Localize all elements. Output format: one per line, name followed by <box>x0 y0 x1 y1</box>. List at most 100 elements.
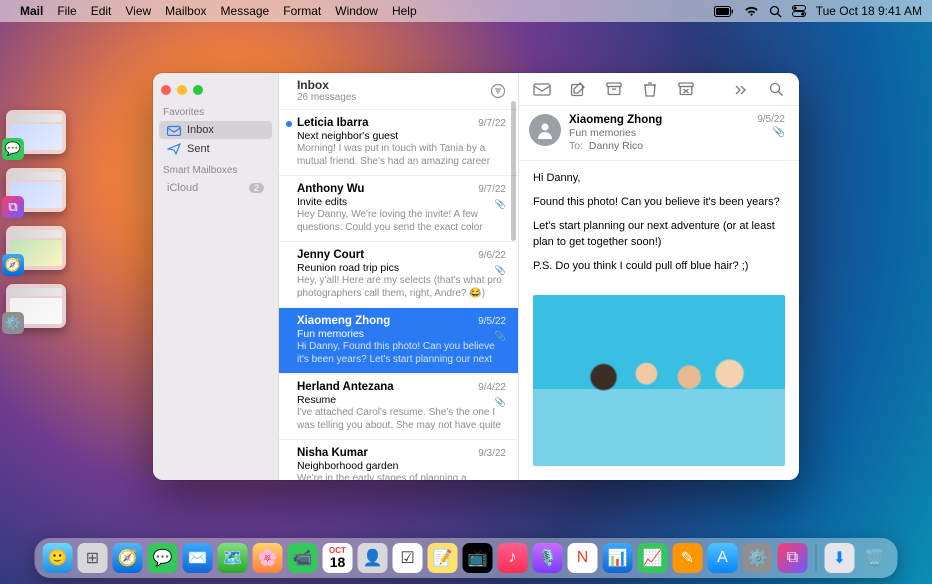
dock-safari[interactable]: 🧭 <box>113 543 143 573</box>
icloud-badge: 2 <box>249 183 264 193</box>
compose-button[interactable] <box>569 80 587 98</box>
menu-format[interactable]: Format <box>283 4 321 18</box>
battery-icon[interactable] <box>714 6 734 17</box>
stage-thumb-safari[interactable]: 🧭 <box>6 226 66 270</box>
dock-reminders[interactable]: ☑︎ <box>393 543 423 573</box>
stage-thumb-shortcuts[interactable]: ⧉ <box>6 168 66 212</box>
more-button[interactable] <box>731 80 749 98</box>
inbox-icon <box>167 124 181 136</box>
archive-button[interactable] <box>605 80 623 98</box>
dock-tv[interactable]: 📺 <box>463 543 493 573</box>
body-paragraph: Found this photo! Can you believe it's b… <box>533 195 785 211</box>
dock-downloads[interactable]: ⬇︎ <box>825 543 855 573</box>
control-center-icon[interactable] <box>792 5 806 17</box>
message-row[interactable]: Leticia Ibarra9/7/22Next neighbor's gues… <box>279 109 518 175</box>
message-preview: Hey, y'all! Here are my selects (that's … <box>297 275 506 300</box>
attachment-icon: 📎 <box>495 265 506 276</box>
attachment-icon: 📎 <box>757 127 785 138</box>
sidebar-item-icloud[interactable]: iCloud 2 <box>159 179 272 197</box>
dock-shortcuts[interactable]: ⧉ <box>778 543 808 573</box>
message-date: 9/5/22 <box>478 316 506 327</box>
message-subject: Reunion road trip pics <box>297 262 506 274</box>
stage-manager-strip: 💬 ⧉ 🧭 ⚙️ <box>6 110 70 328</box>
dock-news[interactable]: N <box>568 543 598 573</box>
shortcuts-icon: ⧉ <box>2 196 24 218</box>
menu-file[interactable]: File <box>57 4 76 18</box>
dock-notes[interactable]: 📝 <box>428 543 458 573</box>
message-row[interactable]: Jenny Court9/6/22Reunion road trip picsH… <box>279 241 518 307</box>
dock-contacts[interactable]: 👤 <box>358 543 388 573</box>
window-controls <box>153 79 278 101</box>
message-from: Herland Antezana <box>297 381 478 393</box>
message-from: Anthony Wu <box>297 183 478 195</box>
app-menu[interactable]: Mail <box>20 4 43 18</box>
dock-trash[interactable]: 🗑️ <box>860 543 890 573</box>
message-row[interactable]: Nisha Kumar9/3/22Neighborhood gardenWe'r… <box>279 439 518 480</box>
wifi-icon[interactable] <box>744 6 759 17</box>
message-row[interactable]: Xiaomeng Zhong9/5/22Fun memoriesHi Danny… <box>279 307 518 373</box>
mailbox-sidebar: Favorites Inbox Sent Smart Mailboxes iCl… <box>153 73 279 480</box>
avatar <box>529 114 561 146</box>
safari-icon: 🧭 <box>2 254 24 276</box>
menu-clock[interactable]: Tue Oct 18 9:41 AM <box>816 4 922 18</box>
dock-maps[interactable]: 🗺️ <box>218 543 248 573</box>
dock-pages[interactable]: ✎ <box>673 543 703 573</box>
dock-messages[interactable]: 💬 <box>148 543 178 573</box>
delete-button[interactable] <box>641 80 659 98</box>
dock-finder[interactable]: 🙂 <box>43 543 73 573</box>
mail-window: Favorites Inbox Sent Smart Mailboxes iCl… <box>153 73 799 480</box>
dock-keynote[interactable]: 📊 <box>603 543 633 573</box>
scrollbar[interactable] <box>511 101 516 241</box>
menu-mailbox[interactable]: Mailbox <box>165 4 206 18</box>
menu-edit[interactable]: Edit <box>91 4 112 18</box>
close-button[interactable] <box>161 85 171 95</box>
settings-icon: ⚙️ <box>2 312 24 334</box>
message-header: Xiaomeng Zhong Fun memories To: Danny Ri… <box>519 106 799 161</box>
message-list[interactable]: Leticia Ibarra9/7/22Next neighbor's gues… <box>279 109 518 480</box>
dock-calendar[interactable]: OCT18 <box>323 543 353 573</box>
dock-podcasts[interactable]: 🎙️ <box>533 543 563 573</box>
dock-appstore[interactable]: A <box>708 543 738 573</box>
minimize-button[interactable] <box>177 85 187 95</box>
search-button[interactable] <box>767 80 785 98</box>
filter-button[interactable] <box>490 83 506 99</box>
message-preview: We're in the early stages of planning a … <box>297 473 506 480</box>
message-date: 9/3/22 <box>478 448 506 459</box>
zoom-button[interactable] <box>193 85 203 95</box>
message-subject: Invite edits <box>297 196 506 208</box>
dock: 🙂 ⊞ 🧭 💬 ✉️ 🗺️ 🌸 📹 OCT18 👤 ☑︎ 📝 📺 ♪ 🎙️ N … <box>35 538 898 578</box>
message-date: 9/7/22 <box>478 118 506 129</box>
dock-music[interactable]: ♪ <box>498 543 528 573</box>
attachment-icon: 📎 <box>495 199 506 210</box>
get-mail-button[interactable] <box>533 80 551 98</box>
dock-launchpad[interactable]: ⊞ <box>78 543 108 573</box>
message-attachment-image[interactable] <box>533 295 785 466</box>
dock-settings[interactable]: ⚙️ <box>743 543 773 573</box>
sidebar-item-sent[interactable]: Sent <box>159 140 272 158</box>
message-from: Leticia Ibarra <box>297 117 478 129</box>
menu-view[interactable]: View <box>125 4 151 18</box>
dock-separator <box>816 544 817 572</box>
sidebar-item-inbox[interactable]: Inbox <box>159 121 272 139</box>
attachment-icon: 📎 <box>495 331 506 342</box>
message-from: Jenny Court <box>297 249 478 261</box>
menu-window[interactable]: Window <box>335 4 378 18</box>
menu-help[interactable]: Help <box>392 4 417 18</box>
message-row[interactable]: Anthony Wu9/7/22Invite editsHey Danny, W… <box>279 175 518 241</box>
header-from: Xiaomeng Zhong <box>569 114 749 126</box>
stage-thumb-settings[interactable]: ⚙️ <box>6 284 66 328</box>
junk-button[interactable] <box>677 80 695 98</box>
dock-photos[interactable]: 🌸 <box>253 543 283 573</box>
dock-facetime[interactable]: 📹 <box>288 543 318 573</box>
message-subject: Resume <box>297 394 506 406</box>
dock-numbers[interactable]: 📈 <box>638 543 668 573</box>
message-row[interactable]: Herland Antezana9/4/22ResumeI've attache… <box>279 373 518 439</box>
dock-mail[interactable]: ✉️ <box>183 543 213 573</box>
spotlight-icon[interactable] <box>769 5 782 18</box>
menu-message[interactable]: Message <box>221 4 270 18</box>
stage-thumb-messages[interactable]: 💬 <box>6 110 66 154</box>
sidebar-section-smart: Smart Mailboxes <box>153 159 278 178</box>
mailbox-subtitle: 26 messages <box>297 92 490 103</box>
message-subject: Next neighbor's guest <box>297 130 506 142</box>
message-preview: Hey Danny, We're loving the invite! A fe… <box>297 209 506 234</box>
